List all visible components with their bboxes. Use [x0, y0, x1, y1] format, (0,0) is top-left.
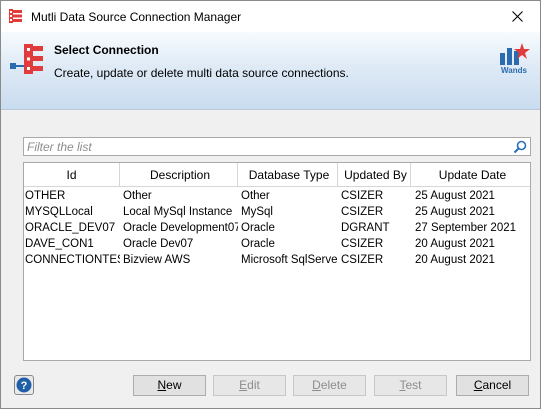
cell-database-type: Microsoft SqlServer: [241, 254, 338, 266]
cell-update-date: 20 August 2021: [415, 254, 495, 266]
cell-description: Oracle Development07: [123, 222, 238, 234]
cell-database-type: Oracle: [241, 222, 275, 234]
header-subtitle: Create, update or delete multi data sour…: [54, 66, 349, 80]
wands-logo: Wands: [500, 43, 530, 75]
filter-input[interactable]: [24, 138, 504, 155]
cell-update-date: 20 August 2021: [415, 238, 495, 250]
cell-update-date: 25 August 2021: [415, 190, 495, 202]
cell-id: CONNECTIONTEST: [25, 254, 120, 266]
column-header-updated-by[interactable]: Updated By: [338, 163, 411, 187]
window-title: Mutli Data Source Connection Manager: [31, 10, 242, 24]
cell-update-date: 25 August 2021: [415, 206, 495, 218]
test-button-label: est: [405, 378, 422, 392]
cell-description: Local MySql Instance: [123, 206, 233, 218]
cell-description: Other: [123, 190, 152, 202]
new-button-label: ew: [166, 378, 182, 392]
app-icon: [9, 9, 22, 23]
filter-box: [23, 137, 531, 156]
database-tree-icon: [10, 44, 43, 74]
edit-button[interactable]: Edit: [213, 375, 286, 396]
cell-database-type: Other: [241, 190, 270, 202]
cell-update-date: 27 September 2021: [415, 222, 517, 234]
edit-button-mnemonic: E: [239, 378, 248, 392]
cell-database-type: Oracle: [241, 238, 275, 250]
column-header-database-type[interactable]: Database Type: [238, 163, 338, 187]
test-button[interactable]: Test: [374, 375, 447, 396]
cell-updated-by: CSIZER: [341, 206, 384, 218]
cell-id: MYSQLLocal: [25, 206, 93, 218]
cell-description: Bizview AWS: [123, 254, 191, 266]
close-icon: [511, 11, 523, 22]
cell-database-type: MySql: [241, 206, 273, 218]
delete-button-mnemonic: D: [312, 378, 321, 392]
dialog-window: Mutli Data Source Connection Manager Sel…: [0, 0, 541, 409]
search-icon[interactable]: [513, 140, 527, 154]
column-header-update-date[interactable]: Update Date: [411, 163, 530, 187]
table-row[interactable]: OTHER Other Other CSIZER 25 August 2021: [24, 188, 530, 204]
cell-updated-by: CSIZER: [341, 254, 384, 266]
header-title: Select Connection: [54, 43, 159, 57]
new-button[interactable]: New: [133, 375, 206, 396]
cell-updated-by: CSIZER: [341, 238, 384, 250]
cell-id: ORACLE_DEV07: [25, 222, 116, 234]
dialog-header: Select Connection Create, update or dele…: [1, 32, 540, 110]
help-button[interactable]: ?: [14, 375, 34, 395]
wands-logo-text: Wands: [501, 66, 527, 75]
new-button-mnemonic: N: [157, 378, 167, 392]
table-header: Id Description Database Type Updated By …: [24, 163, 530, 187]
svg-text:?: ?: [21, 380, 28, 392]
cell-id: DAVE_CON1: [25, 238, 94, 250]
title-bar: Mutli Data Source Connection Manager: [1, 1, 540, 32]
cell-updated-by: DGRANT: [341, 222, 390, 234]
help-icon: ?: [16, 377, 32, 393]
delete-button[interactable]: Delete: [293, 375, 366, 396]
button-bar: ? New Edit Delete Test Cancel: [1, 363, 540, 408]
edit-button-label: dit: [247, 378, 260, 392]
table-row[interactable]: MYSQLLocal Local MySql Instance MySql CS…: [24, 204, 530, 220]
column-header-id[interactable]: Id: [24, 163, 120, 187]
cell-id: OTHER: [25, 190, 66, 202]
connections-table: Id Description Database Type Updated By …: [23, 162, 531, 361]
close-button[interactable]: [494, 1, 540, 32]
cancel-button[interactable]: Cancel: [456, 375, 529, 396]
table-row[interactable]: DAVE_CON1 Oracle Dev07 Oracle CSIZER 20 …: [24, 236, 530, 252]
cell-description: Oracle Dev07: [123, 238, 194, 250]
cancel-button-label: ancel: [482, 378, 512, 392]
table-row[interactable]: ORACLE_DEV07 Oracle Development07 Oracle…: [24, 220, 530, 236]
table-row[interactable]: CONNECTIONTEST Bizview AWS Microsoft Sql…: [24, 252, 530, 268]
column-header-description[interactable]: Description: [120, 163, 238, 187]
delete-button-label: elete: [320, 378, 347, 392]
cell-updated-by: CSIZER: [341, 190, 384, 202]
table-body: OTHER Other Other CSIZER 25 August 2021 …: [24, 188, 530, 268]
